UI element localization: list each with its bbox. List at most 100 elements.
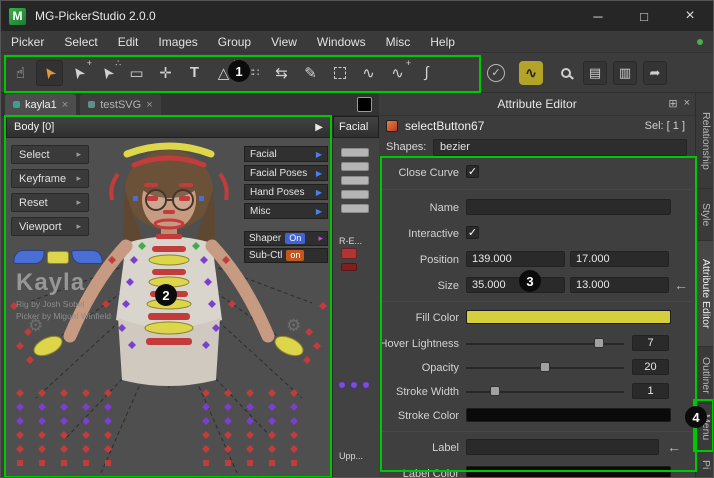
tab-kayla1[interactable]: kayla1 ×: [5, 94, 76, 115]
smooth-active-icon[interactable]: ∿: [519, 61, 543, 85]
close-curve-checkbox[interactable]: ✓: [466, 165, 479, 178]
pan-hand-tool-icon[interactable]: ☝: [7, 60, 34, 86]
search-icon[interactable]: [552, 60, 579, 86]
close-panel-icon[interactable]: ×: [684, 97, 690, 110]
opacity-slider[interactable]: [466, 361, 624, 375]
image-panel-icon[interactable]: ▥: [613, 61, 637, 85]
facial-dot-button[interactable]: [338, 381, 346, 389]
interactive-checkbox[interactable]: ✓: [466, 226, 479, 239]
panel-expand-icon[interactable]: ▶: [315, 122, 323, 133]
select-menu-button[interactable]: Select: [11, 145, 89, 164]
hand-poses-nav-button[interactable]: Hand Poses: [244, 184, 328, 200]
text-tool-icon[interactable]: T: [181, 60, 208, 86]
right-wing-button[interactable]: [71, 250, 103, 264]
slider-button-tool-icon[interactable]: ▭: [123, 60, 150, 86]
tab-close-icon[interactable]: ×: [146, 99, 152, 111]
menu-group[interactable]: Group: [208, 35, 261, 49]
facial-dot-button[interactable]: [362, 381, 370, 389]
side-tab-attribute-editor[interactable]: Attribute Editor: [696, 241, 714, 347]
finger-grid-right[interactable]: [202, 389, 298, 466]
gear-icon[interactable]: ⚙: [286, 316, 301, 336]
subctl-on-state[interactable]: on: [286, 250, 304, 261]
export-icon[interactable]: ➦: [643, 61, 667, 85]
gear-icon[interactable]: ⚙: [28, 316, 43, 336]
hover-lightness-input[interactable]: 7: [632, 335, 669, 351]
subctl-toggle[interactable]: Sub-Ctl on: [244, 248, 328, 263]
background-color-button[interactable]: [357, 97, 372, 112]
menu-images[interactable]: Images: [148, 35, 207, 49]
move-tool-icon[interactable]: ✛: [152, 60, 179, 86]
facial-swatch-button[interactable]: [341, 176, 369, 185]
picker-panel-header[interactable]: Body [0] ▶: [6, 116, 331, 138]
menu-edit[interactable]: Edit: [108, 35, 149, 49]
close-button[interactable]: ×: [667, 1, 713, 31]
facial-red-button[interactable]: [341, 263, 357, 271]
pen-curve-tool-icon[interactable]: ∿+: [384, 60, 411, 86]
stroke-width-input[interactable]: 1: [632, 383, 669, 399]
fill-color-swatch[interactable]: [466, 310, 671, 324]
facial-swatch-button[interactable]: [341, 148, 369, 157]
hover-lightness-slider[interactable]: [466, 337, 624, 351]
stroke-width-slider[interactable]: [466, 385, 624, 399]
minimize-button[interactable]: ─: [575, 1, 621, 31]
position-y-input[interactable]: 17.000: [570, 251, 669, 267]
stroke-color-swatch[interactable]: [466, 408, 671, 422]
image-import-icon[interactable]: ▤: [583, 61, 607, 85]
add-multi-tool-icon[interactable]: ➤∴: [94, 60, 121, 86]
menu-misc[interactable]: Misc: [376, 35, 421, 49]
check-circle-icon[interactable]: ✓: [487, 64, 505, 82]
shapes-dropdown[interactable]: bezier: [433, 139, 687, 156]
facial-red-button[interactable]: [341, 248, 357, 259]
smooth-curve-tool-icon[interactable]: ∫: [413, 60, 440, 86]
menu-view[interactable]: View: [261, 35, 307, 49]
facial-dot-button[interactable]: [350, 381, 358, 389]
facial-swatch-button[interactable]: [341, 204, 369, 213]
maximize-button[interactable]: □: [621, 1, 667, 31]
float-panel-icon[interactable]: ⊞: [668, 97, 677, 110]
slider-handle[interactable]: [490, 386, 500, 396]
facial-nav-button[interactable]: Facial: [244, 146, 328, 162]
menu-select[interactable]: Select: [54, 35, 107, 49]
side-tab-outliner[interactable]: Outliner: [696, 347, 714, 404]
menu-help[interactable]: Help: [420, 35, 465, 49]
clavicle-picker-row[interactable]: [14, 250, 102, 264]
viewport-menu-button[interactable]: Viewport: [11, 217, 89, 236]
reset-menu-button[interactable]: Reset: [11, 193, 89, 212]
tab-close-icon[interactable]: ×: [62, 99, 68, 111]
opacity-input[interactable]: 20: [632, 359, 669, 375]
left-wing-button[interactable]: [13, 250, 45, 264]
side-tab-relationship[interactable]: Relationship: [696, 93, 714, 189]
tab-testsvg[interactable]: testSVG ×: [80, 94, 160, 115]
center-pill-button[interactable]: [47, 251, 69, 264]
slider-handle[interactable]: [594, 338, 604, 348]
size-width-input[interactable]: 35.000: [466, 277, 565, 293]
align-tool-icon[interactable]: ⇆: [268, 60, 295, 86]
add-button-tool-icon[interactable]: ➤+: [65, 60, 92, 86]
position-x-input[interactable]: 139.000: [466, 251, 565, 267]
label-color-swatch[interactable]: [466, 466, 671, 478]
name-input[interactable]: [466, 199, 671, 215]
finger-grid-left[interactable]: [16, 389, 112, 466]
keyframe-menu-button[interactable]: Keyframe: [11, 169, 89, 188]
shaper-on-state[interactable]: On: [285, 233, 305, 244]
side-tab-style[interactable]: Style: [696, 189, 714, 241]
menu-picker[interactable]: Picker: [1, 35, 54, 49]
side-tab-picker[interactable]: Pi: [696, 451, 714, 478]
bezier-tool-icon[interactable]: ∿: [355, 60, 382, 86]
misc-nav-button[interactable]: Misc: [244, 203, 328, 219]
select-cursor-tool-icon[interactable]: ➤: [36, 60, 63, 86]
marquee-tool-icon[interactable]: [326, 60, 353, 86]
facial-swatch-button[interactable]: [341, 190, 369, 199]
size-height-input[interactable]: 13.000: [570, 277, 669, 293]
facial-panel-header[interactable]: Facial: [333, 116, 379, 138]
copy-from-selection-icon[interactable]: ←: [674, 277, 688, 293]
eyedropper-tool-icon[interactable]: ✎: [297, 60, 324, 86]
facial-poses-nav-button[interactable]: Facial Poses: [244, 165, 328, 181]
facial-swatch-button[interactable]: [341, 162, 369, 171]
label-input[interactable]: [466, 439, 659, 455]
picker-canvas[interactable]: Select Keyframe Reset Viewport Kayla Rig…: [6, 138, 331, 478]
shaper-toggle[interactable]: Shaper On ▸: [244, 231, 328, 246]
slider-handle[interactable]: [540, 362, 550, 372]
menu-windows[interactable]: Windows: [307, 35, 376, 49]
copy-label-icon[interactable]: ←: [667, 439, 681, 455]
